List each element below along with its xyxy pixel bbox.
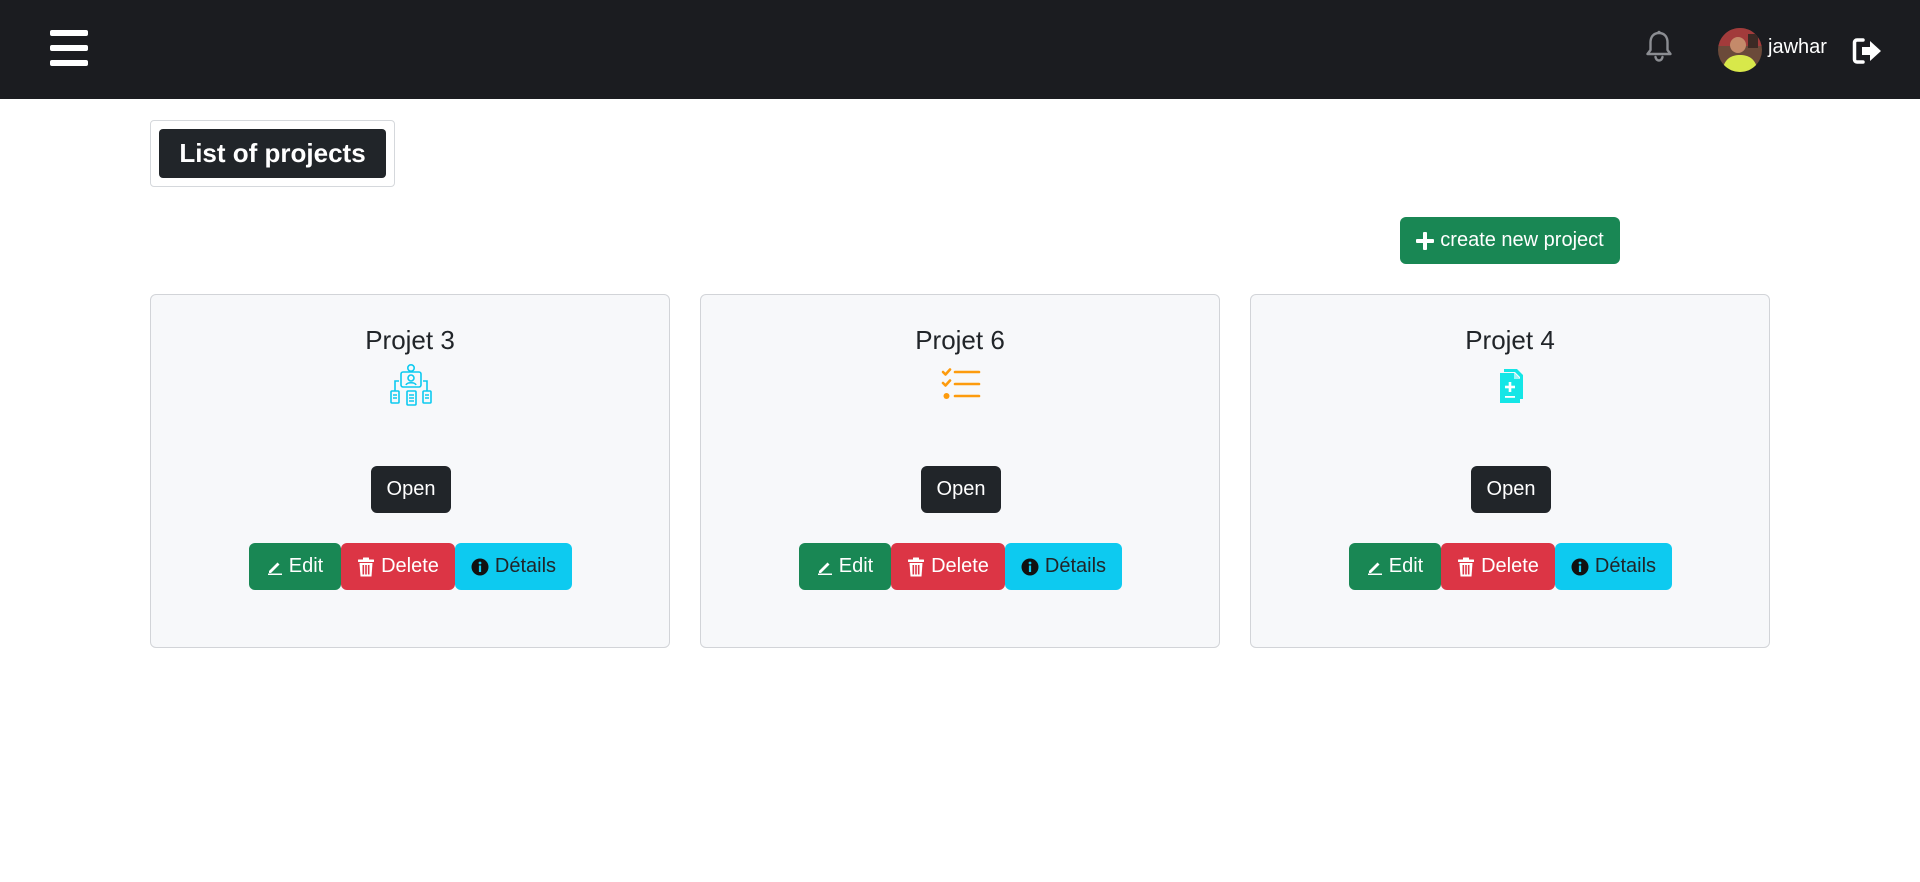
project-actions: Edit Delete Détails — [249, 543, 572, 590]
user-avatar[interactable] — [1718, 28, 1762, 72]
add-document-icon — [1500, 369, 1523, 403]
top-navbar: jawhar — [0, 0, 1920, 99]
details-button[interactable]: Détails — [455, 543, 572, 590]
page-title-container: List of projects — [150, 120, 395, 187]
create-project-label: create new project — [1440, 229, 1604, 251]
info-icon — [1021, 558, 1039, 575]
project-title: Projet 6 — [915, 325, 1005, 355]
project-title: Projet 4 — [1465, 325, 1555, 355]
workflow-people-icon — [390, 363, 432, 406]
delete-button[interactable]: Delete — [341, 543, 455, 590]
bell-icon[interactable] — [1643, 30, 1675, 64]
username-label[interactable]: jawhar — [1768, 36, 1827, 59]
open-button[interactable]: Open — [921, 466, 1001, 513]
trash-icon — [358, 557, 375, 576]
edit-button[interactable]: Edit — [249, 543, 341, 590]
pencil-icon — [1367, 562, 1382, 575]
edit-label: Edit — [838, 555, 874, 577]
logout-icon[interactable] — [1852, 37, 1884, 65]
plus-icon — [1416, 231, 1435, 250]
project-title: Projet 3 — [365, 325, 455, 355]
project-card: Projet 6 Open Edit Delete Détails — [700, 294, 1220, 648]
project-actions: Edit Delete Détails — [799, 543, 1122, 590]
details-label: Détails — [1044, 555, 1107, 577]
create-project-button[interactable]: create new project — [1400, 217, 1620, 264]
checklist-icon — [941, 368, 981, 399]
pencil-icon — [267, 562, 282, 575]
open-button[interactable]: Open — [1471, 466, 1551, 513]
delete-label: Delete — [931, 555, 989, 577]
info-icon — [1571, 558, 1589, 575]
pencil-icon — [817, 562, 832, 575]
details-button[interactable]: Détails — [1005, 543, 1122, 590]
trash-icon — [908, 557, 925, 576]
open-button[interactable]: Open — [371, 466, 451, 513]
details-label: Détails — [494, 555, 557, 577]
info-icon — [471, 558, 489, 575]
trash-icon — [1458, 557, 1475, 576]
edit-button[interactable]: Edit — [1349, 543, 1441, 590]
hamburger-menu-icon[interactable] — [50, 30, 88, 66]
page-title[interactable]: List of projects — [159, 129, 386, 178]
project-card: Projet 4 Open Edit Delete Détails — [1250, 294, 1770, 648]
delete-button[interactable]: Delete — [1441, 543, 1555, 590]
delete-label: Delete — [1481, 555, 1539, 577]
details-button[interactable]: Détails — [1555, 543, 1672, 590]
edit-button[interactable]: Edit — [799, 543, 891, 590]
project-card: Projet 3 Open Edit Delete Détails — [150, 294, 670, 648]
edit-label: Edit — [1388, 555, 1424, 577]
edit-label: Edit — [288, 555, 324, 577]
delete-button[interactable]: Delete — [891, 543, 1005, 590]
details-label: Détails — [1594, 555, 1657, 577]
delete-label: Delete — [381, 555, 439, 577]
project-actions: Edit Delete Détails — [1349, 543, 1672, 590]
